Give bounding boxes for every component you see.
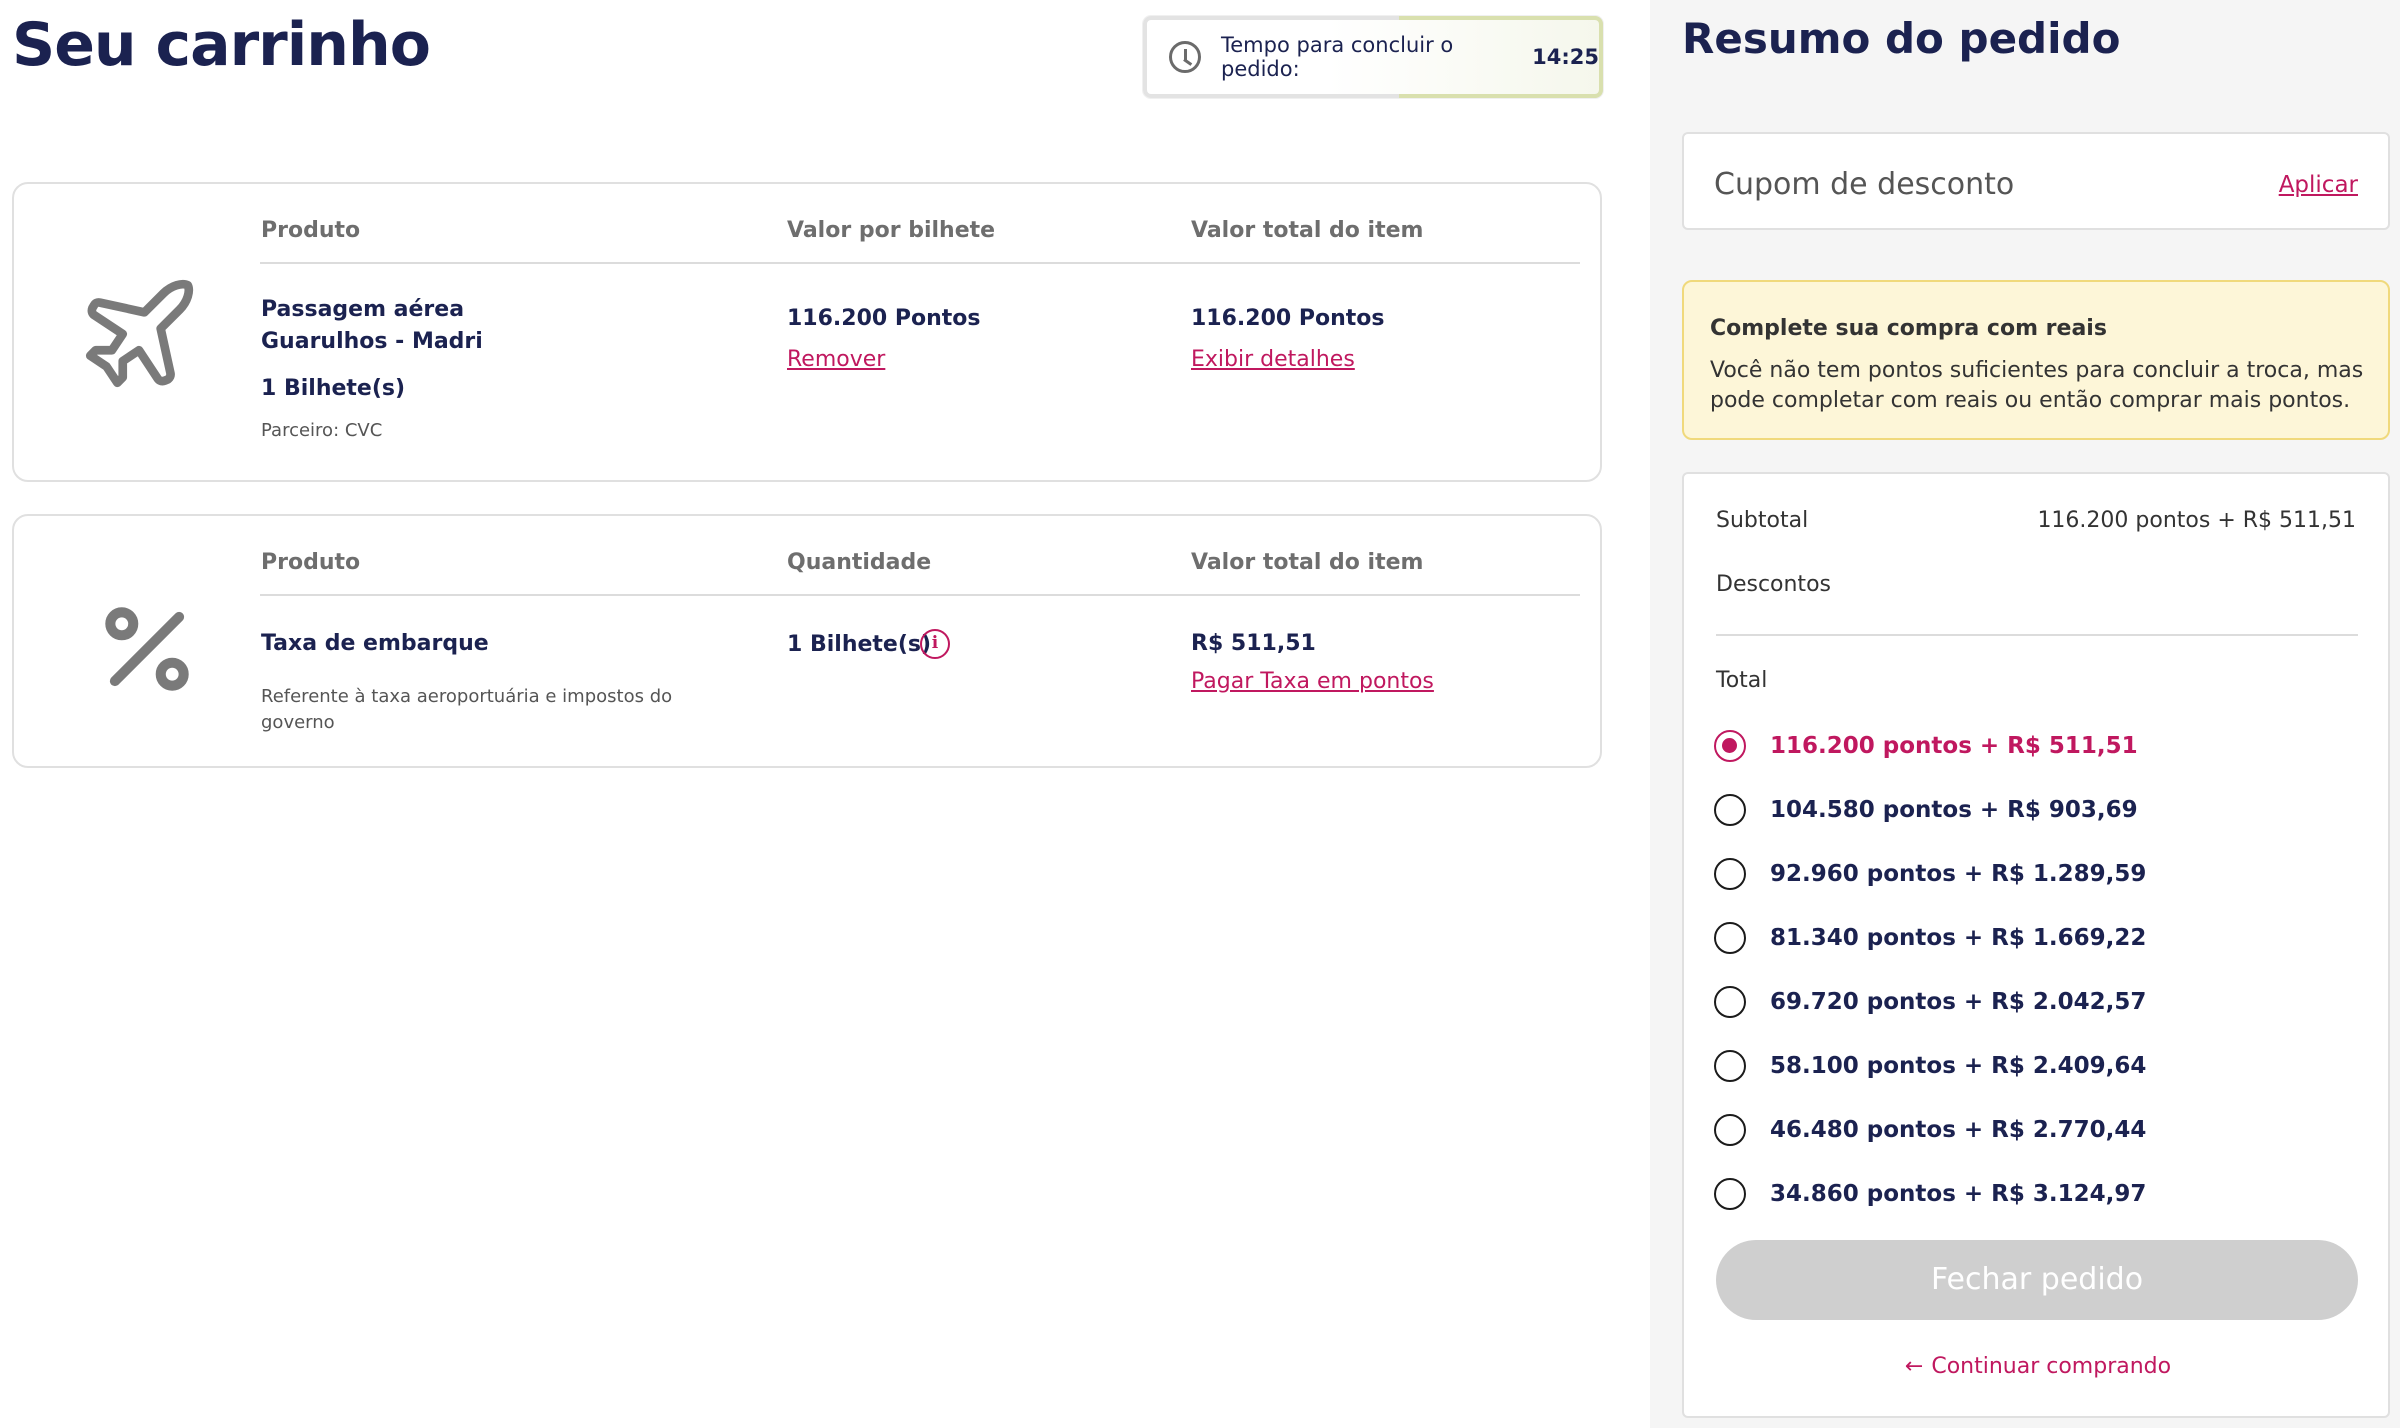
- radio-button[interactable]: [1714, 986, 1746, 1018]
- col-header-total-value: Valor total do item: [1191, 550, 1424, 575]
- payment-option[interactable]: 104.580 pontos + R$ 903,69: [1714, 790, 2138, 830]
- payment-option-label: 81.340 pontos + R$ 1.669,22: [1770, 925, 2147, 951]
- radio-button[interactable]: [1714, 922, 1746, 954]
- product-name: Passagem aérea: [261, 297, 465, 322]
- continue-shopping-label: Continuar comprando: [1931, 1354, 2172, 1379]
- col-header-unit-value: Valor por bilhete: [787, 218, 996, 243]
- item-total-value: 116.200 Pontos: [1191, 306, 1385, 331]
- arrow-left-icon: ←: [1904, 1354, 1924, 1379]
- info-icon[interactable]: i: [920, 629, 950, 659]
- item-total-value: R$ 511,51: [1191, 631, 1316, 656]
- summary-title: Resumo do pedido: [1682, 14, 2121, 63]
- show-details-link[interactable]: Exibir detalhes: [1191, 347, 1355, 372]
- apply-coupon-link[interactable]: Aplicar: [2279, 172, 2358, 198]
- totals-divider: [1716, 634, 2358, 636]
- timer-value: 14:25: [1532, 45, 1599, 69]
- subtotal-value: 116.200 pontos + R$ 511,51: [2037, 508, 2356, 533]
- payment-option-label: 34.860 pontos + R$ 3.124,97: [1770, 1181, 2147, 1207]
- col-header-product: Produto: [261, 550, 361, 575]
- unit-value: 116.200 Pontos: [787, 306, 981, 331]
- col-header-quantity: Quantidade: [787, 550, 932, 575]
- radio-button[interactable]: [1714, 1114, 1746, 1146]
- pay-fee-with-points-link[interactable]: Pagar Taxa em pontos: [1191, 669, 1434, 694]
- product-route: Guarulhos - Madri: [261, 329, 483, 354]
- payment-option-label: 58.100 pontos + R$ 2.409,64: [1770, 1053, 2147, 1079]
- payment-option[interactable]: 46.480 pontos + R$ 2.770,44: [1714, 1110, 2146, 1150]
- radio-button[interactable]: [1714, 794, 1746, 826]
- page-title: Seu carrinho: [12, 10, 431, 80]
- col-header-product: Produto: [261, 218, 361, 243]
- airplane-icon: [85, 279, 194, 388]
- alert-text: Você não tem pontos suficientes para con…: [1710, 358, 2364, 413]
- order-summary: Resumo do pedido Cupom de desconto Aplic…: [1650, 0, 2400, 1428]
- quantity-value: 1 Bilhete(s): [787, 632, 932, 657]
- payment-option-label: 69.720 pontos + R$ 2.042,57: [1770, 989, 2147, 1015]
- partner-label: Parceiro: CVC: [261, 420, 383, 441]
- payment-option[interactable]: 116.200 pontos + R$ 511,51: [1714, 726, 2138, 766]
- insufficient-points-alert: Complete sua compra com reais Você não t…: [1682, 280, 2390, 440]
- header-divider: [260, 594, 1580, 596]
- close-order-button[interactable]: Fechar pedido: [1716, 1240, 2358, 1320]
- order-timer: Tempo para concluir o pedido: 14:25: [1143, 16, 1603, 98]
- remove-link[interactable]: Remover: [787, 347, 885, 372]
- payment-option[interactable]: 81.340 pontos + R$ 1.669,22: [1714, 918, 2146, 958]
- payment-option-label: 104.580 pontos + R$ 903,69: [1770, 797, 2138, 823]
- payment-option-label: 92.960 pontos + R$ 1.289,59: [1770, 861, 2147, 887]
- product-name: Taxa de embarque: [261, 631, 489, 656]
- radio-button[interactable]: [1714, 1178, 1746, 1210]
- discounts-label: Descontos: [1716, 572, 1831, 597]
- radio-button[interactable]: [1714, 858, 1746, 890]
- col-header-total-value: Valor total do item: [1191, 218, 1424, 243]
- cart-area: Seu carrinho Tempo para concluir o pedid…: [0, 0, 1650, 1428]
- subtotal-label: Subtotal: [1716, 508, 1809, 533]
- ticket-count: 1 Bilhete(s): [261, 376, 406, 401]
- product-description: Referente à taxa aeroportuária e imposto…: [261, 686, 673, 733]
- total-label: Total: [1716, 668, 1768, 693]
- clock-icon: [1169, 41, 1201, 73]
- continue-shopping-link[interactable]: ← Continuar comprando: [1684, 1354, 2392, 1379]
- payment-option[interactable]: 34.860 pontos + R$ 3.124,97: [1714, 1174, 2146, 1214]
- coupon-input[interactable]: Cupom de desconto: [1714, 167, 2014, 202]
- header-divider: [260, 262, 1580, 264]
- percent-icon: [105, 607, 189, 691]
- payment-option-label: 116.200 pontos + R$ 511,51: [1770, 733, 2138, 759]
- radio-button[interactable]: [1714, 730, 1746, 762]
- cart-item-flight: Produto Valor por bilhete Valor total do…: [12, 182, 1602, 482]
- payment-option[interactable]: 58.100 pontos + R$ 2.409,64: [1714, 1046, 2146, 1086]
- timer-label: Tempo para concluir o pedido:: [1221, 33, 1454, 81]
- payment-option[interactable]: 69.720 pontos + R$ 2.042,57: [1714, 982, 2146, 1022]
- cart-item-boarding-fee: Produto Quantidade Valor total do item T…: [12, 514, 1602, 768]
- alert-title: Complete sua compra com reais: [1710, 316, 2107, 341]
- totals-panel: Subtotal 116.200 pontos + R$ 511,51 Desc…: [1682, 472, 2390, 1418]
- coupon-box: Cupom de desconto Aplicar: [1682, 132, 2390, 230]
- payment-option[interactable]: 92.960 pontos + R$ 1.289,59: [1714, 854, 2146, 894]
- radio-button[interactable]: [1714, 1050, 1746, 1082]
- payment-option-label: 46.480 pontos + R$ 2.770,44: [1770, 1117, 2147, 1143]
